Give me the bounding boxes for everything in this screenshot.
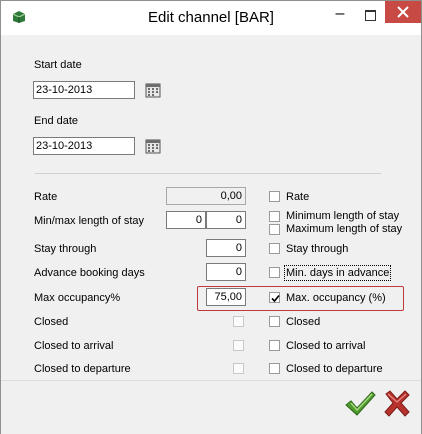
- closed-checkbox[interactable]: [269, 316, 280, 327]
- min-stay-checkbox[interactable]: [269, 211, 280, 222]
- max-occupancy-input[interactable]: 75,00: [206, 288, 246, 306]
- stay-through-checkbox[interactable]: [269, 243, 280, 254]
- separator: [35, 173, 381, 174]
- closed-to-arrival-checkbox[interactable]: [269, 340, 280, 351]
- closed-to-departure-value-checkbox: [233, 363, 244, 374]
- cancel-button[interactable]: [382, 389, 412, 419]
- min-days-advance-checkbox[interactable]: [269, 267, 280, 278]
- closed-to-arrival-value-checkbox: [233, 340, 244, 351]
- closed-label: Closed: [34, 316, 69, 328]
- maximize-button[interactable]: [357, 5, 383, 25]
- stay-through-label: Stay through: [34, 243, 97, 255]
- closed-to-departure-checkbox-label: Closed to departure: [286, 363, 383, 375]
- max-occupancy-label: Max occupancy%: [34, 292, 121, 304]
- closed-to-arrival-checkbox-label: Closed to arrival: [286, 340, 366, 352]
- start-date-label: Start date: [34, 59, 82, 71]
- min-max-stay-label: Min/max length of stay: [34, 215, 145, 227]
- checkmark-icon: [271, 294, 280, 303]
- stay-through-input[interactable]: 0: [206, 239, 246, 257]
- end-date-input[interactable]: 23-10-2013: [33, 137, 135, 155]
- close-icon: [397, 6, 409, 18]
- rate-checkbox-label: Rate: [286, 191, 310, 203]
- close-button[interactable]: [385, 1, 421, 23]
- rate-checkbox[interactable]: [269, 191, 280, 202]
- minimize-button[interactable]: –: [327, 5, 353, 25]
- end-date-calendar-button[interactable]: [145, 138, 161, 154]
- closed-to-departure-checkbox[interactable]: [269, 363, 280, 374]
- closed-value-checkbox: [233, 316, 244, 327]
- max-stay-checkbox-label: Maximum length of stay: [286, 223, 403, 235]
- closed-to-arrival-label: Closed to arrival: [34, 340, 114, 352]
- maximize-icon: [365, 10, 376, 21]
- min-stay-input[interactable]: 0: [166, 211, 206, 229]
- title-bar: Edit channel [BAR] –: [1, 1, 421, 35]
- closed-checkbox-label: Closed: [286, 316, 321, 328]
- stay-through-checkbox-label: Stay through: [286, 243, 349, 255]
- rate-label: Rate: [34, 191, 58, 203]
- min-stay-checkbox-label: Minimum length of stay: [286, 210, 400, 222]
- advance-booking-label: Advance booking days: [34, 267, 145, 279]
- ok-button[interactable]: [343, 389, 377, 419]
- calendar-icon: [145, 139, 161, 154]
- max-stay-input[interactable]: 0: [206, 211, 246, 229]
- max-occupancy-checkbox-label: Max. occupancy (%): [286, 292, 386, 304]
- min-days-advance-checkbox-label: Min. days in advance: [283, 265, 392, 281]
- end-date-label: End date: [34, 115, 79, 127]
- max-stay-checkbox[interactable]: [269, 224, 280, 235]
- start-date-input[interactable]: 23-10-2013: [33, 81, 135, 99]
- closed-to-departure-label: Closed to departure: [34, 363, 131, 375]
- rate-field: 0,00: [166, 187, 246, 205]
- edit-channel-dialog: Edit channel [BAR] – Start date 23-10-20…: [0, 0, 422, 434]
- advance-booking-input[interactable]: 0: [206, 263, 246, 281]
- checkmark-icon: [345, 391, 376, 416]
- max-occupancy-checkbox[interactable]: [269, 292, 280, 303]
- start-date-calendar-button[interactable]: [145, 82, 161, 98]
- cancel-x-icon: [384, 390, 410, 417]
- calendar-icon: [145, 83, 161, 98]
